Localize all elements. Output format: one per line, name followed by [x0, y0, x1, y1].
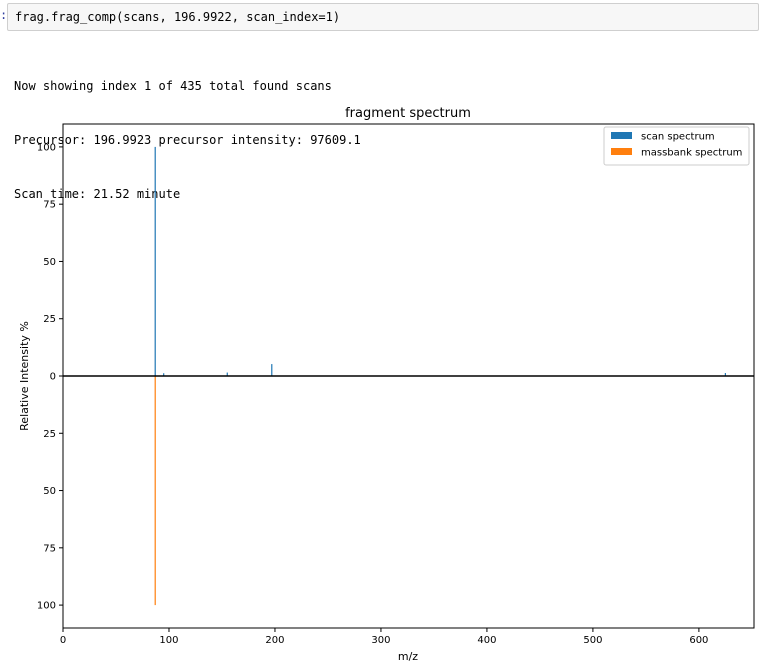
- legend-swatch-scan: [611, 132, 632, 139]
- y-tick-label: 75: [43, 543, 56, 554]
- x-tick-label: 0: [60, 635, 66, 646]
- x-tick-label: 400: [477, 635, 496, 646]
- x-tick-label: 100: [159, 635, 178, 646]
- x-tick-label: 300: [371, 635, 390, 646]
- x-tick-label: 500: [583, 635, 602, 646]
- x-tick-label: 200: [265, 635, 284, 646]
- axis-ticks: 0 100 200 300 400 500 600 100 75 50 25 0 25 50 75 100: [37, 142, 709, 646]
- cell-prompt-marker: :: [0, 8, 8, 22]
- legend-swatch-massbank: [611, 148, 632, 155]
- scan-spectrum-bar: [271, 364, 273, 376]
- y-tick-label: 25: [43, 314, 56, 325]
- y-tick-label: 75: [43, 200, 56, 211]
- y-axis-label: Relative Intensity %: [18, 321, 31, 431]
- legend-label-scan: scan spectrum: [641, 132, 715, 143]
- y-tick-label: 50: [43, 486, 56, 497]
- y-tick-label: 50: [43, 257, 56, 268]
- y-tick-label: 100: [37, 601, 56, 612]
- legend: scan spectrum massbank spectrum: [603, 126, 750, 166]
- fragment-spectrum-chart: fragment spectrum 0 100 200 300 400 500 600100…: [18, 106, 755, 663]
- x-tick-label: 600: [689, 635, 708, 646]
- chart-title: fragment spectrum: [345, 106, 471, 121]
- y-tick-label: 0: [50, 372, 56, 383]
- output-line-scan-count: Now showing index 1 of 435 total found s…: [14, 79, 332, 93]
- massbank-spectrum-bar: [154, 376, 156, 606]
- y-tick-label: 100: [37, 142, 56, 153]
- scan-spectrum-bar: [154, 146, 156, 376]
- legend-label-massbank: massbank spectrum: [641, 148, 742, 159]
- code-text: frag.frag_comp(scans, 196.9922, scan_ind…: [15, 10, 341, 24]
- x-axis-label: m/z: [398, 650, 418, 663]
- code-input-cell[interactable]: frag.frag_comp(scans, 196.9922, scan_ind…: [7, 3, 759, 31]
- y-tick-label: 25: [43, 429, 56, 440]
